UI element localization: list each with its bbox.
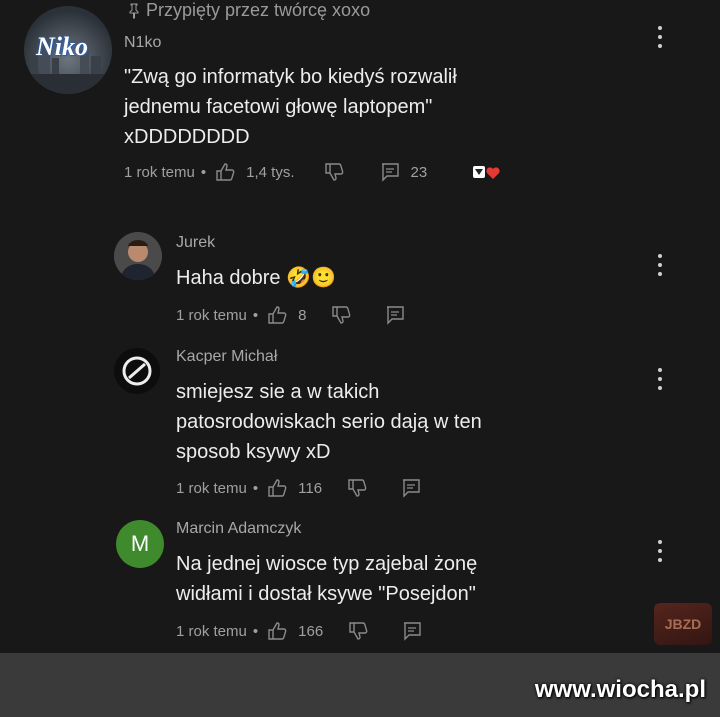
dislike-icon[interactable]	[346, 477, 368, 499]
dislike-icon[interactable]	[323, 161, 345, 183]
reply-author[interactable]: Jurek	[176, 234, 215, 252]
reply-more-menu[interactable]	[658, 540, 662, 562]
reply-text: Na jednej wiosce typ zajebal żonę widłam…	[176, 553, 478, 605]
reply-author[interactable]: Kacper Michał	[176, 348, 277, 366]
reply-icon[interactable]	[400, 477, 422, 499]
like-icon[interactable]	[214, 161, 236, 183]
reply-meta: 1 rok temu • 166	[176, 619, 423, 643]
reply-icon[interactable]	[401, 620, 423, 642]
avatar-jurek[interactable]	[114, 232, 162, 280]
person-photo-icon	[114, 232, 162, 280]
reply-meta: 1 rok temu • 116	[176, 476, 422, 500]
creator-heart-icon	[471, 163, 505, 181]
dislike-icon[interactable]	[330, 304, 352, 326]
avatar-niko[interactable]: Niko	[24, 6, 112, 94]
reply-more-menu[interactable]	[658, 368, 662, 390]
pin-icon	[129, 3, 139, 18]
reply-icon[interactable]	[379, 161, 401, 183]
avatar-kacper[interactable]	[114, 348, 160, 394]
comment-more-menu[interactable]	[658, 26, 662, 48]
like-icon[interactable]	[266, 620, 288, 642]
dislike-icon[interactable]	[347, 620, 369, 642]
reply-icon[interactable]	[384, 304, 406, 326]
comment-meta: 1 rok temu • 1,4 tys. 23	[124, 160, 505, 184]
like-icon[interactable]	[266, 477, 288, 499]
pinned-label: Przypięty przez twórcę xoxo	[128, 0, 370, 21]
avatar-marcin[interactable]: M	[116, 520, 164, 568]
reply-text: Haha dobre 🤣🙂	[176, 267, 336, 289]
reply-author[interactable]: Marcin Adamczyk	[176, 520, 301, 538]
reply-text: smiejesz sie a w takich patosrodowiskach…	[176, 381, 482, 463]
watermark: www.wiocha.pl	[534, 676, 706, 703]
like-icon[interactable]	[266, 304, 288, 326]
avatar-niko-text: Niko	[36, 32, 88, 61]
jbzd-logo: JBZD	[654, 603, 712, 645]
comment-text: "Zwą go informatyk bo kiedyś rozwalił je…	[124, 66, 457, 148]
reply-meta: 1 rok temu • 8	[176, 303, 406, 327]
logo-icon	[122, 356, 152, 386]
comment-author[interactable]: N1ko	[124, 34, 161, 52]
reply-more-menu[interactable]	[658, 254, 662, 276]
